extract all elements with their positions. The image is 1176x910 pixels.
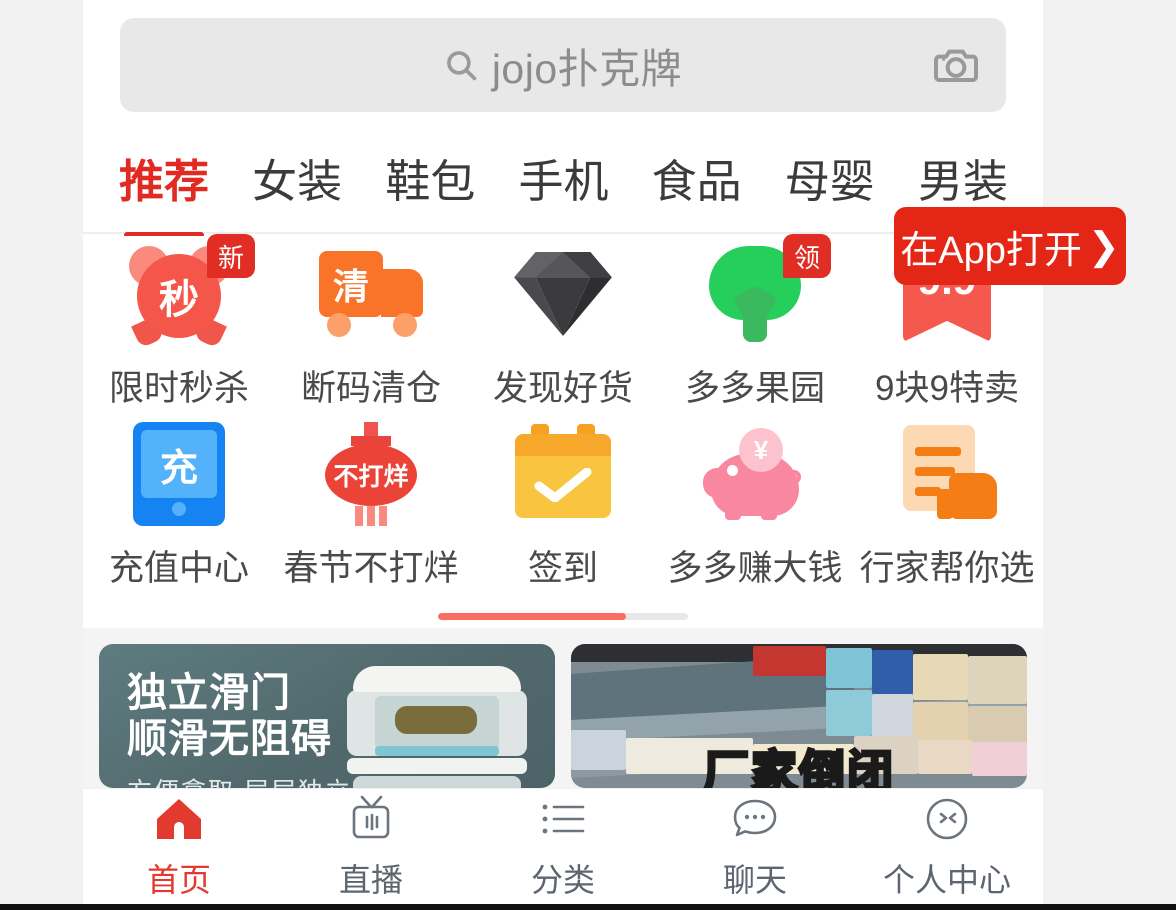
pagination-track (438, 612, 688, 620)
piggy-bank-icon: ¥ (703, 428, 807, 520)
calendar-check-icon (515, 424, 611, 524)
tab-food[interactable]: 食品 (652, 145, 742, 216)
nav-item-profile[interactable]: 个人中心 (851, 789, 1043, 904)
entry-label: 签到 (527, 549, 598, 588)
entry-orchard[interactable]: 领 多多果园 (659, 234, 851, 416)
phone-recharge-icon: 充 (133, 422, 225, 526)
entry-icon-wrap: 领 (703, 234, 831, 346)
banner-headline-1: 独立滑门 (127, 671, 291, 715)
search-icon (446, 51, 477, 81)
entry-icon-wrap: 秒 新 (127, 234, 255, 349)
entry-check-in[interactable]: 签到 (467, 422, 659, 596)
entry-icon-wrap: ¥ (703, 422, 807, 526)
home-icon (153, 793, 205, 845)
tab-maternity[interactable]: 母婴 (785, 145, 875, 216)
entry-icon-wrap (895, 422, 999, 526)
tab-shoes-bags[interactable]: 鞋包 (385, 145, 475, 216)
app-content-panel: jojo扑克牌 推荐 女装 鞋包 手机 食品 母婴 男装 在App打开 ❯ 秒 … (83, 0, 1126, 910)
entry-label: 多多赚大钱 (667, 549, 843, 588)
entry-label: 春节不打烊 (283, 549, 459, 588)
document-thumbsup-icon (897, 425, 997, 523)
entry-discover-goods[interactable]: 发现好货 (467, 242, 659, 416)
entry-recharge-center[interactable]: 充 充值中心 (83, 422, 275, 596)
quick-entry-row-2: 充 充值中心 不打烊 春节不打烊 签到 ¥ 多多赚大钱 行家帮你选 (83, 416, 1043, 596)
nav-label: 首页 (146, 861, 211, 898)
tab-recommend[interactable]: 推荐 (119, 145, 209, 216)
badge-claim: 领 (783, 234, 831, 278)
banner-text-block: 独立滑门 顺滑无阻碍 方便拿取 层层独立 (127, 670, 352, 788)
nav-item-chat[interactable]: 聊天 (659, 789, 851, 904)
pagination-thumb (438, 612, 626, 620)
chevron-right-icon: ❯ (1087, 225, 1120, 268)
entry-label: 限时秒杀 (108, 369, 249, 408)
nav-item-home[interactable]: 首页 (83, 789, 275, 904)
grid-pagination-indicator[interactable] (83, 604, 1043, 628)
entry-label: 发现好货 (492, 369, 633, 408)
banner-headline-2: 顺滑无阻碍 (127, 717, 332, 761)
nav-label: 分类 (530, 861, 595, 898)
truck-glyph: 清 (319, 251, 383, 317)
list-category-icon (537, 793, 589, 845)
banner-subtext: 方便拿取 层层独立 (127, 772, 352, 788)
entry-flash-sale[interactable]: 秒 新 限时秒杀 (83, 234, 275, 416)
entry-clearance[interactable]: 清 断码清仓 (275, 242, 467, 416)
entry-label: 断码清仓 (300, 369, 441, 408)
coin-glyph: ¥ (739, 428, 783, 472)
open-in-app-label: 在App打开 (900, 229, 1082, 272)
nav-item-category[interactable]: 分类 (467, 789, 659, 904)
product-image (347, 666, 527, 788)
entry-icon-wrap (511, 422, 615, 526)
diamond-icon (514, 252, 612, 336)
quick-entry-grid: 秒 新 限时秒杀 清 断码清仓 发现好货 领 多多果园 9块9特卖 充 充值中心… (83, 234, 1043, 628)
chat-bubble-icon (729, 793, 781, 845)
search-content: jojo扑克牌 (120, 35, 1006, 95)
nav-label: 聊天 (722, 861, 787, 898)
lantern-icon: 不打烊 (323, 422, 419, 526)
phone-glyph: 充 (141, 430, 217, 498)
entry-icon-wrap: 充 (127, 422, 231, 526)
promo-banner-row: 独立滑门 顺滑无阻碍 方便拿取 层层独立 (83, 628, 1043, 788)
user-profile-icon (921, 793, 973, 845)
camera-icon[interactable] (934, 45, 978, 85)
tab-womenswear[interactable]: 女装 (252, 145, 342, 216)
search-bar-container: jojo扑克牌 (83, 0, 1043, 130)
entry-spring-festival[interactable]: 不打烊 春节不打烊 (275, 422, 467, 596)
banner-food-container[interactable]: 独立滑门 顺滑无阻碍 方便拿取 层层独立 (99, 644, 555, 788)
entry-label: 多多果园 (684, 369, 825, 408)
banner-factory-clearance[interactable]: 厂家倒闭 (571, 644, 1027, 788)
open-in-app-button[interactable]: 在App打开 ❯ (894, 207, 1126, 285)
tab-phones[interactable]: 手机 (518, 145, 608, 216)
bottom-navigation-bar: 首页 直播 分类 聊天 个人中心 (83, 788, 1043, 904)
search-input[interactable]: jojo扑克牌 (120, 18, 1006, 112)
entry-icon-wrap: 清 (319, 242, 423, 346)
entry-expert-picks[interactable]: 行家帮你选 (851, 422, 1043, 596)
entry-earn-money[interactable]: ¥ 多多赚大钱 (659, 422, 851, 596)
entry-label: 行家帮你选 (859, 549, 1035, 588)
entry-icon-wrap: 不打烊 (319, 422, 423, 526)
nav-item-live[interactable]: 直播 (275, 789, 467, 904)
search-query-text: jojo扑克牌 (491, 46, 683, 92)
banner-headline: 厂家倒闭 (702, 745, 895, 789)
entry-icon-wrap (511, 242, 615, 346)
truck-icon: 清 (319, 251, 423, 337)
screen-bottom-strip (0, 904, 1176, 910)
nav-label: 个人中心 (882, 861, 1011, 898)
nav-label: 直播 (338, 861, 403, 898)
entry-label: 9块9特卖 (875, 369, 1019, 408)
badge-new: 新 (207, 234, 255, 278)
tab-menswear[interactable]: 男装 (918, 145, 1008, 216)
entry-label: 充值中心 (108, 549, 249, 588)
lantern-glyph: 不打烊 (325, 444, 417, 506)
tv-live-icon (345, 793, 397, 845)
